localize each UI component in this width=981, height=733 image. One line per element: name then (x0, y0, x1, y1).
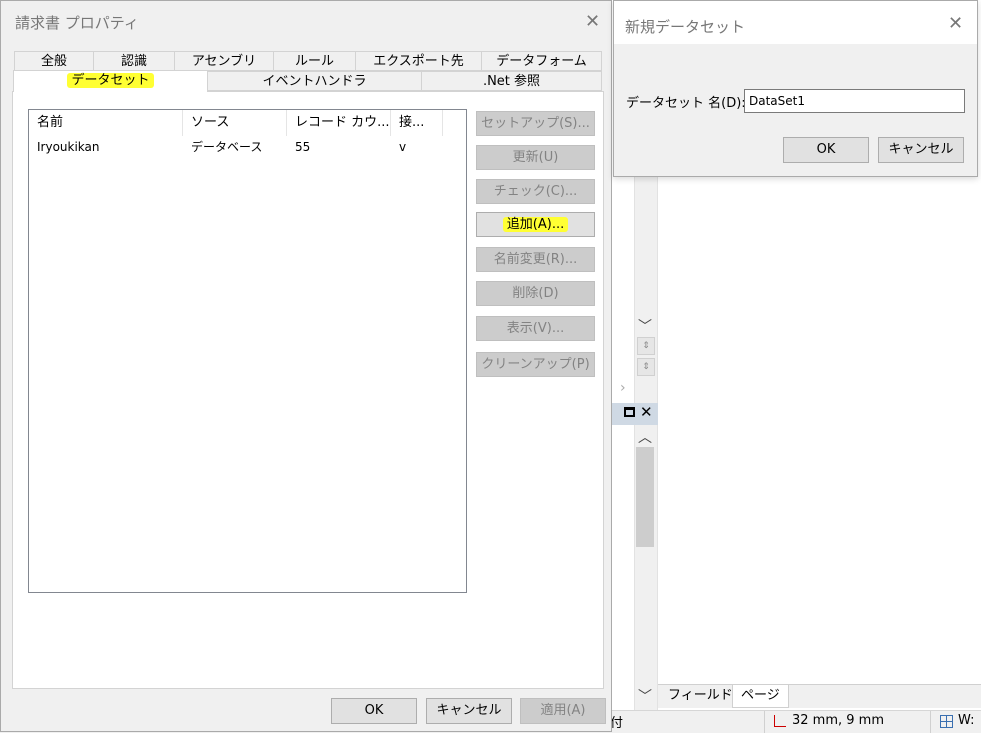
scrollbar-thumb[interactable] (636, 447, 654, 547)
table-cell-connection[interactable]: v (391, 138, 443, 156)
chevron-right-icon[interactable]: › (620, 380, 626, 396)
close-icon[interactable]: ✕ (585, 11, 600, 32)
tab-rules[interactable]: ルール (273, 51, 356, 71)
table-cell-record-count[interactable]: 55 (287, 138, 391, 156)
status-position: 32 mm, 9 mm (792, 713, 884, 728)
status-divider (930, 711, 931, 733)
rename-button[interactable]: 名前変更(R)... (476, 247, 595, 272)
background-tab-bar: フィールド ページ (658, 684, 981, 708)
dataset-name-label: データセット 名(D): (626, 96, 746, 111)
cleanup-button[interactable]: クリーンアップ(P) (476, 352, 595, 377)
column-header-source[interactable]: ソース (183, 110, 287, 136)
tab-dataform[interactable]: データフォーム (481, 51, 602, 71)
dialog-title: 新規データセット (625, 18, 746, 36)
apply-button[interactable]: 適用(A) (520, 698, 606, 724)
tab-recognition[interactable]: 認識 (93, 51, 175, 71)
size-icon (940, 715, 953, 728)
tab-assembly[interactable]: アセンブリ (174, 51, 274, 71)
add-button[interactable]: 追加(A)... (476, 212, 595, 237)
delete-button[interactable]: 削除(D) (476, 281, 595, 306)
cancel-button[interactable]: キャンセル (426, 698, 512, 724)
status-bar: 付 32 mm, 9 mm W: (610, 710, 981, 733)
properties-dialog: 請求書 プロパティ ✕ 全般 認識 アセンブリ ルール エクスポート先 データフ… (0, 0, 612, 732)
add-button-label: 追加(A)... (502, 217, 569, 232)
tab-general[interactable]: 全般 (14, 51, 94, 71)
table-cell-source[interactable]: データベース (183, 138, 287, 156)
scroll-up-icon[interactable]: ︿ (638, 427, 652, 447)
dialog-title: 請求書 プロパティ (15, 14, 139, 32)
split-handle-icon[interactable]: ⇕ (637, 358, 655, 376)
tab-datasets[interactable]: データセット (13, 70, 208, 92)
refresh-button[interactable]: 更新(U) (476, 145, 595, 170)
setup-button[interactable]: セットアップ(S)... (476, 111, 595, 136)
split-handle-icon[interactable]: ⇕ (637, 337, 655, 355)
ok-button[interactable]: OK (331, 698, 417, 724)
tab-pages[interactable]: ページ (732, 685, 789, 708)
new-dataset-dialog: 新規データセット ✕ データセット 名(D): OK キャンセル (613, 0, 978, 177)
dataset-name-input[interactable] (744, 89, 965, 113)
dataset-list[interactable]: 名前 ソース レコード カウ... 接... Iryoukikan データベース… (28, 109, 467, 593)
tab-net-references[interactable]: .Net 参照 (421, 71, 602, 91)
status-divider (764, 711, 765, 733)
column-header-name[interactable]: 名前 (29, 110, 183, 136)
close-panel-icon[interactable]: ✕ (640, 403, 653, 421)
scroll-down-icon[interactable]: ﹀ (638, 686, 652, 706)
ok-button[interactable]: OK (783, 137, 869, 163)
view-button[interactable]: 表示(V)... (476, 316, 595, 341)
column-header-connection[interactable]: 接... (391, 110, 443, 136)
position-icon (774, 715, 786, 727)
check-button[interactable]: チェック(C)... (476, 179, 595, 204)
tab-datasets-label: データセット (67, 73, 154, 88)
tab-fields[interactable]: フィールド (660, 685, 741, 707)
scroll-down-icon[interactable]: ﹀ (638, 316, 652, 336)
status-size-label: W: (958, 713, 975, 728)
cancel-button[interactable]: キャンセル (878, 137, 964, 163)
column-header-record-count[interactable]: レコード カウ... (287, 110, 391, 136)
close-icon[interactable]: ✕ (948, 13, 963, 34)
maximize-icon[interactable] (624, 407, 635, 417)
table-cell-name[interactable]: Iryoukikan (29, 138, 183, 156)
tab-event-handlers[interactable]: イベントハンドラ (207, 71, 422, 91)
tab-export[interactable]: エクスポート先 (355, 51, 482, 71)
